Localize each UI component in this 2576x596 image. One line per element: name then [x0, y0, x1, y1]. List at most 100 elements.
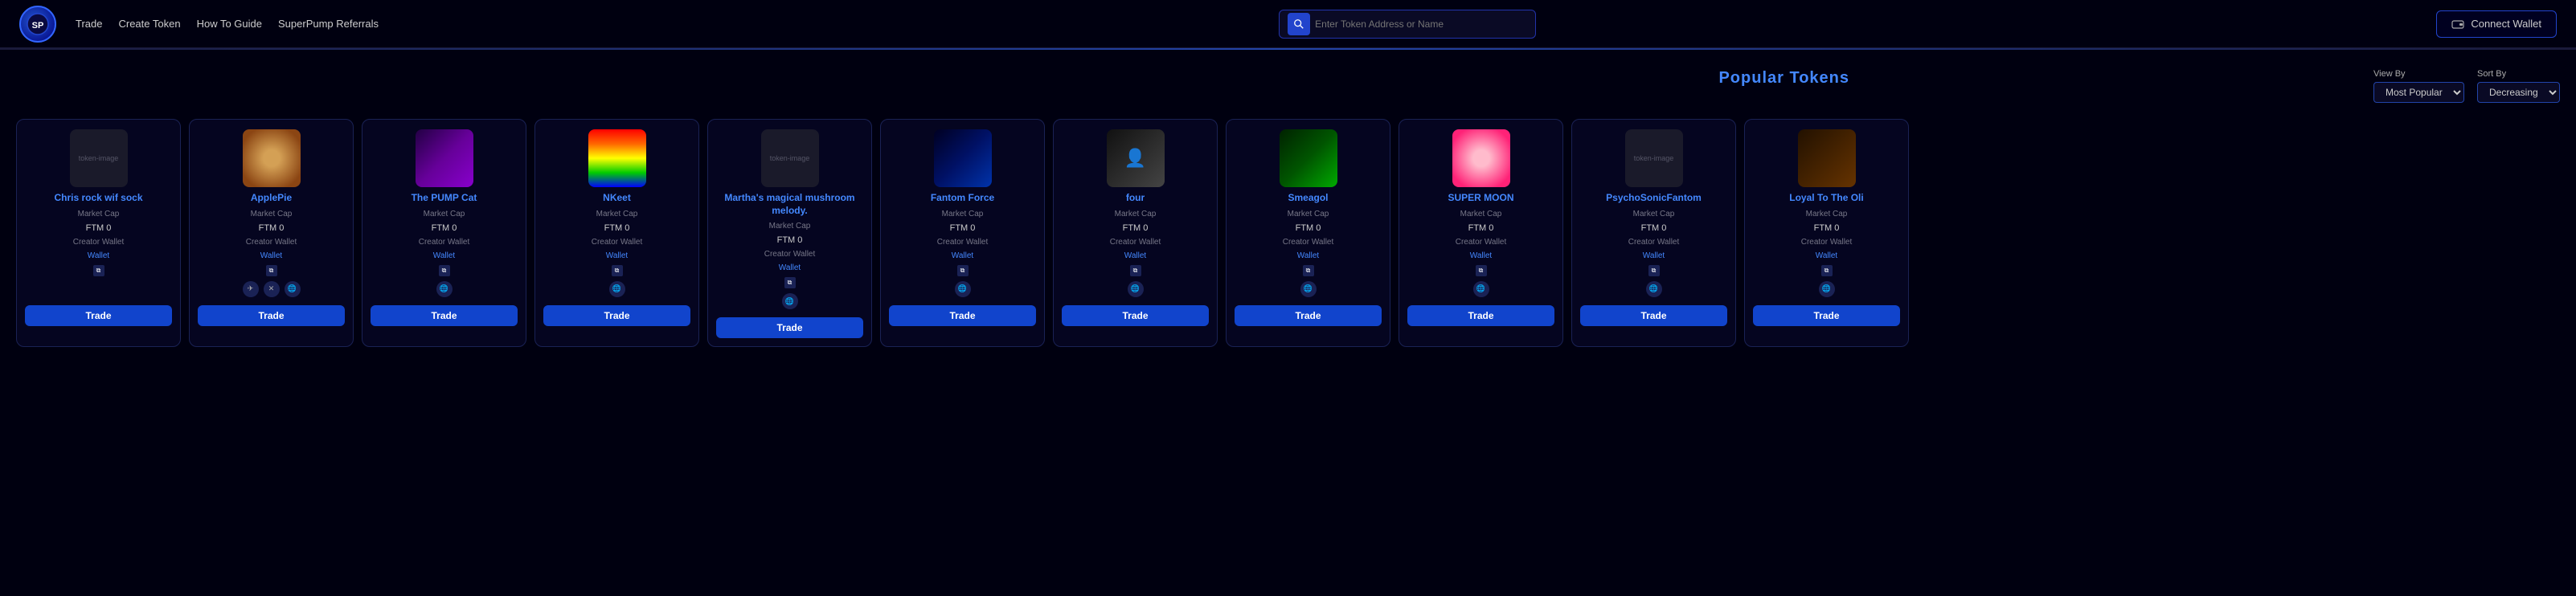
creator-wallet-value-smeagol[interactable]: Wallet	[1297, 251, 1319, 260]
creator-wallet-value-chris-rock[interactable]: Wallet	[88, 251, 109, 260]
creator-wallet-label-martha: Creator Wallet	[764, 250, 816, 259]
trade-button-psycho[interactable]: Trade	[1580, 305, 1727, 326]
social-icons-smeagol: 🌐	[1300, 281, 1317, 297]
token-card-applepie: ApplePie Market Cap FTM 0 Creator Wallet…	[189, 119, 354, 347]
sort-by-label: Sort By	[2477, 69, 2560, 79]
search-bar	[1279, 10, 1536, 39]
twitter-icon[interactable]: ✕	[264, 281, 280, 297]
copy-row-super-moon: ⧉	[1476, 265, 1487, 276]
trade-button-nkeet[interactable]: Trade	[543, 305, 690, 326]
wallet-icon	[2451, 18, 2464, 31]
trade-button-super-moon[interactable]: Trade	[1407, 305, 1554, 326]
market-cap-label-psycho: Market Cap	[1633, 210, 1675, 218]
trade-button-applepie[interactable]: Trade	[198, 305, 345, 326]
copy-icon-martha[interactable]: ⧉	[784, 277, 796, 288]
creator-wallet-label-smeagol: Creator Wallet	[1283, 238, 1334, 247]
nav-trade[interactable]: Trade	[76, 18, 102, 30]
social-icons-fantom-force: 🌐	[955, 281, 971, 297]
creator-wallet-label-pump-cat: Creator Wallet	[419, 238, 470, 247]
copy-icon-applepie[interactable]: ⧉	[266, 265, 277, 276]
creator-wallet-label-loyal: Creator Wallet	[1801, 238, 1853, 247]
globe-icon[interactable]: 🌐	[1473, 281, 1489, 297]
search-icon	[1288, 13, 1310, 35]
market-cap-label-applepie: Market Cap	[251, 210, 293, 218]
creator-wallet-value-psycho[interactable]: Wallet	[1643, 251, 1665, 260]
creator-wallet-value-pump-cat[interactable]: Wallet	[433, 251, 455, 260]
creator-wallet-label-psycho: Creator Wallet	[1628, 238, 1680, 247]
copy-icon-loyal[interactable]: ⧉	[1821, 265, 1833, 276]
tokens-grid: token-image Chris rock wif sock Market C…	[16, 119, 2560, 353]
creator-wallet-value-fantom-force[interactable]: Wallet	[952, 251, 973, 260]
creator-wallet-value-four[interactable]: Wallet	[1124, 251, 1146, 260]
nav-referrals[interactable]: SuperPump Referrals	[278, 18, 379, 30]
globe-icon[interactable]: 🌐	[1128, 281, 1144, 297]
token-name-smeagol: Smeagol	[1288, 192, 1328, 205]
market-cap-value-super-moon: FTM 0	[1468, 223, 1494, 233]
copy-icon-four[interactable]: ⧉	[1130, 265, 1141, 276]
market-cap-value-smeagol: FTM 0	[1296, 223, 1321, 233]
trade-button-pump-cat[interactable]: Trade	[371, 305, 518, 326]
trade-button-fantom-force[interactable]: Trade	[889, 305, 1036, 326]
token-card-martha: token-image Martha's magical mushroom me…	[707, 119, 872, 347]
copy-icon-super-moon[interactable]: ⧉	[1476, 265, 1487, 276]
copy-icon-smeagol[interactable]: ⧉	[1303, 265, 1314, 276]
copy-icon-pump-cat[interactable]: ⧉	[439, 265, 450, 276]
globe-icon[interactable]: 🌐	[1646, 281, 1662, 297]
creator-wallet-label-applepie: Creator Wallet	[246, 238, 297, 247]
token-name-pump-cat: The PUMP Cat	[412, 192, 477, 205]
market-cap-value-pump-cat: FTM 0	[432, 223, 457, 233]
search-input[interactable]	[1315, 18, 1527, 30]
token-name-fantom-force: Fantom Force	[931, 192, 994, 205]
copy-icon-psycho[interactable]: ⧉	[1648, 265, 1660, 276]
globe-icon[interactable]: 🌐	[782, 293, 798, 309]
creator-wallet-value-nkeet[interactable]: Wallet	[606, 251, 628, 260]
trade-button-chris-rock[interactable]: Trade	[25, 305, 172, 326]
token-card-pump-cat: The PUMP Cat Market Cap FTM 0 Creator Wa…	[362, 119, 526, 347]
creator-wallet-label-nkeet: Creator Wallet	[592, 238, 643, 247]
token-image-loyal	[1798, 129, 1856, 187]
trade-button-loyal[interactable]: Trade	[1753, 305, 1900, 326]
copy-icon-fantom-force[interactable]: ⧉	[957, 265, 969, 276]
copy-icon-nkeet[interactable]: ⧉	[612, 265, 623, 276]
market-cap-value-psycho: FTM 0	[1641, 223, 1667, 233]
view-by-select[interactable]: Most Popular	[2373, 82, 2464, 103]
market-cap-value-nkeet: FTM 0	[604, 223, 630, 233]
globe-icon[interactable]: 🌐	[1300, 281, 1317, 297]
trade-button-martha[interactable]: Trade	[716, 317, 863, 338]
market-cap-value-fantom-force: FTM 0	[950, 223, 976, 233]
creator-wallet-value-applepie[interactable]: Wallet	[260, 251, 282, 260]
globe-icon[interactable]: 🌐	[436, 281, 453, 297]
creator-wallet-value-martha[interactable]: Wallet	[779, 263, 801, 272]
nav-how-to-guide[interactable]: How To Guide	[197, 18, 262, 30]
view-by-group: View By Most Popular	[2373, 69, 2464, 103]
logo[interactable]: SP	[19, 6, 56, 43]
globe-icon[interactable]: 🌐	[285, 281, 301, 297]
section-title-wrap: Popular Tokens	[1195, 69, 2374, 88]
token-image-nkeet	[588, 129, 646, 187]
token-card-super-moon: SUPER MOON Market Cap FTM 0 Creator Wall…	[1399, 119, 1563, 347]
connect-wallet-button[interactable]: Connect Wallet	[2436, 10, 2557, 38]
social-icons-psycho: 🌐	[1646, 281, 1662, 297]
copy-row-fantom-force: ⧉	[957, 265, 969, 276]
token-name-super-moon: SUPER MOON	[1448, 192, 1513, 205]
trade-button-smeagol[interactable]: Trade	[1235, 305, 1382, 326]
globe-icon[interactable]: 🌐	[955, 281, 971, 297]
globe-icon[interactable]: 🌐	[609, 281, 625, 297]
copy-icon-chris-rock[interactable]: ⧉	[93, 265, 104, 276]
view-by-label: View By	[2373, 69, 2464, 79]
globe-icon[interactable]: 🌐	[1819, 281, 1835, 297]
token-card-smeagol: Smeagol Market Cap FTM 0 Creator Wallet …	[1226, 119, 1390, 347]
telegram-icon[interactable]: ✈	[243, 281, 259, 297]
sort-by-select[interactable]: Decreasing Increasing	[2477, 82, 2560, 103]
token-card-nkeet: NKeet Market Cap FTM 0 Creator Wallet Wa…	[534, 119, 699, 347]
nav-links: Trade Create Token How To Guide SuperPum…	[76, 18, 379, 30]
market-cap-label-loyal: Market Cap	[1806, 210, 1848, 218]
token-name-chris-rock: Chris rock wif sock	[54, 192, 142, 205]
trade-button-four[interactable]: Trade	[1062, 305, 1209, 326]
creator-wallet-value-loyal[interactable]: Wallet	[1816, 251, 1837, 260]
token-card-fantom-force: Fantom Force Market Cap FTM 0 Creator Wa…	[880, 119, 1045, 347]
controls: View By Most Popular Sort By Decreasing …	[2373, 69, 2560, 103]
creator-wallet-value-super-moon[interactable]: Wallet	[1470, 251, 1492, 260]
nav-create-token[interactable]: Create Token	[118, 18, 180, 30]
svg-text:SP: SP	[32, 21, 44, 31]
